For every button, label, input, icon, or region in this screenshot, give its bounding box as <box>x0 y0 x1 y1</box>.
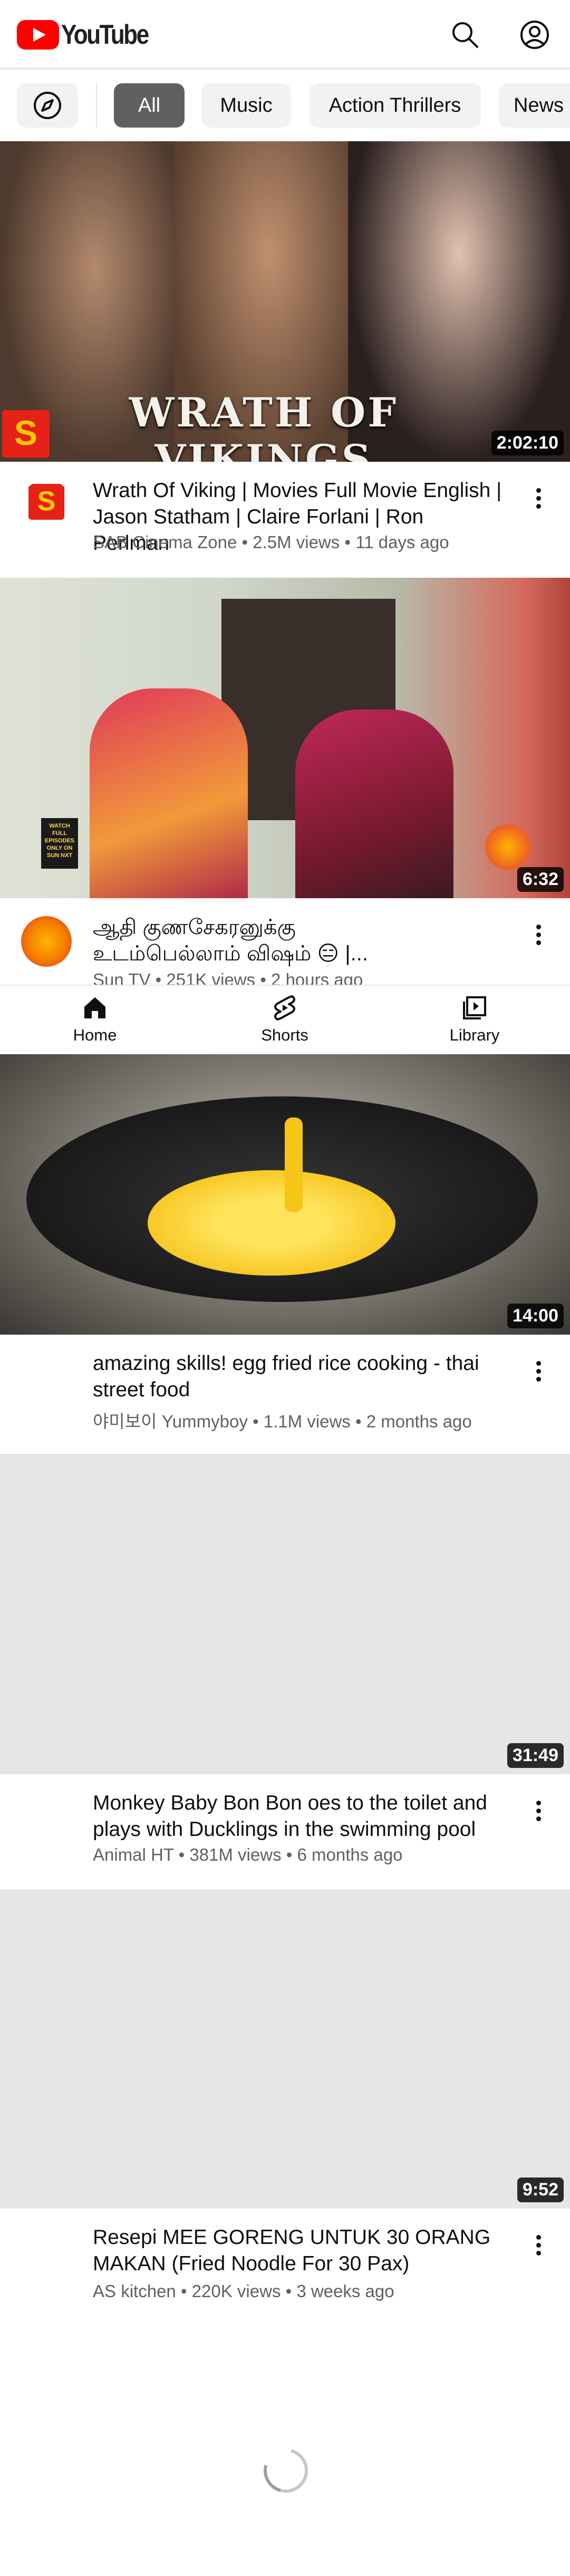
video-thumbnail[interactable]: WRATH OF VIKINGS S 2:02:10 <box>0 141 570 462</box>
chip-divider <box>96 83 97 128</box>
more-options-button[interactable] <box>533 2232 544 2263</box>
filter-chips-bar: All Music Action Thrillers News <box>0 79 570 130</box>
upload-age: 2 hours ago <box>271 970 363 985</box>
video-metadata: AS kitchen • 220K views • 3 weeks ago <box>93 2281 394 2301</box>
more-options-button[interactable] <box>533 1358 544 1389</box>
explore-button[interactable] <box>17 83 78 128</box>
separator: • <box>178 1845 185 1864</box>
view-count: 251K views <box>166 970 256 985</box>
video-metadata: SAB Cinema Zone • 2.5M views • 11 days a… <box>93 532 449 552</box>
video-title[interactable]: Monkey Baby Bon Bon oes to the toilet an… <box>93 1790 504 1843</box>
video-details[interactable]: S Wrath Of Viking | Movies Full Movie En… <box>0 462 570 578</box>
duration-badge: 14:00 <box>507 1304 564 1328</box>
thumb-egg-stream <box>285 1117 303 1212</box>
header-divider <box>0 67 570 71</box>
account-icon[interactable] <box>518 18 552 52</box>
thumb-person-right <box>295 709 453 898</box>
channel-avatar[interactable] <box>21 916 72 967</box>
thumb-egg <box>148 1170 395 1276</box>
nav-shorts[interactable]: Shorts <box>232 994 337 1045</box>
view-count: 381M views <box>189 1845 282 1864</box>
nav-library[interactable]: Library <box>422 994 527 1045</box>
duration-badge: 2:02:10 <box>491 431 564 455</box>
bottom-navigation: Home Shorts Library <box>0 985 570 1054</box>
sun-nxt-badge: WATCH FULL EPISODES ONLY ON SUN NXT <box>41 818 78 869</box>
channel-avatar[interactable]: S <box>21 480 72 530</box>
video-title[interactable]: Resepi MEE GORENG UNTUK 30 ORANG MAKAN (… <box>93 2224 504 2277</box>
thumb-title-text: WRATH OF VIKINGS <box>129 389 399 462</box>
channel-name[interactable]: Animal HT <box>93 1845 173 1864</box>
video-metadata: Animal HT • 381M views • 6 months ago <box>93 1845 402 1865</box>
video-details[interactable]: amazing skills! egg fried rice cooking -… <box>0 1335 570 1454</box>
more-options-button[interactable] <box>533 485 544 517</box>
upload-age: 2 months ago <box>366 1412 472 1431</box>
video-metadata: 야미보이 Yummyboy • 1.1M views • 2 months ag… <box>93 1407 472 1433</box>
sab-cinema-logo: S <box>2 410 50 458</box>
upload-age: 11 days ago <box>355 532 449 552</box>
nav-label: Shorts <box>261 1026 308 1044</box>
video-thumbnail[interactable]: 9:52 <box>0 1889 570 2209</box>
video-title[interactable]: ஆதி குணசேகரனுக்கு உடம்பெல்லாம் விஷம் 😑 |… <box>93 914 420 967</box>
separator: • <box>180 2281 187 2301</box>
separator: • <box>355 1412 362 1431</box>
video-thumbnail[interactable]: 14:00 <box>0 1054 570 1335</box>
separator: • <box>253 1412 259 1431</box>
duration-badge: 31:49 <box>507 1743 564 1768</box>
logo-text: YouTube <box>61 20 149 50</box>
loading-spinner <box>255 2440 316 2501</box>
separator: • <box>241 532 248 552</box>
channel-name[interactable]: AS kitchen <box>93 2281 176 2301</box>
youtube-logo[interactable]: YouTube <box>17 19 163 51</box>
nav-home[interactable]: Home <box>42 994 148 1045</box>
nav-label: Library <box>449 1026 500 1044</box>
view-count: 1.1M views <box>263 1412 351 1431</box>
view-count: 220K views <box>191 2281 281 2301</box>
chip-action-thrillers[interactable]: Action Thrillers <box>309 83 481 128</box>
video-details[interactable]: Monkey Baby Bon Bon oes to the toilet an… <box>0 1774 570 1889</box>
separator: • <box>344 532 351 552</box>
chip-news[interactable]: News <box>499 83 570 128</box>
compass-icon <box>34 92 61 119</box>
upload-age: 3 weeks ago <box>296 2281 394 2301</box>
youtube-play-icon <box>17 20 59 50</box>
video-metadata: Sun TV • 251K views • 2 hours ago <box>93 970 363 985</box>
separator: • <box>286 1845 293 1864</box>
video-title[interactable]: amazing skills! egg fried rice cooking -… <box>93 1350 504 1403</box>
top-app-bar: YouTube <box>0 0 570 71</box>
video-details[interactable]: Resepi MEE GORENG UNTUK 30 ORANG MAKAN (… <box>0 2209 570 2330</box>
sun-tv-logo <box>485 824 530 870</box>
search-icon[interactable] <box>448 18 482 52</box>
view-count: 2.5M views <box>253 532 340 552</box>
nav-label: Home <box>73 1026 117 1044</box>
shorts-icon <box>274 995 295 1020</box>
video-details[interactable]: ஆதி குணசேகரனுக்கு உடம்பெல்லாம் விஷம் 😑 |… <box>0 898 570 985</box>
chip-all[interactable]: All <box>114 83 185 128</box>
separator: • <box>155 970 162 985</box>
channel-name[interactable]: Sun TV <box>93 970 150 985</box>
separator: • <box>260 970 266 985</box>
thumb-person-left <box>90 688 248 898</box>
separator: • <box>285 2281 292 2301</box>
channel-name[interactable]: SAB Cinema Zone <box>93 532 237 552</box>
upload-age: 6 months ago <box>297 1845 403 1864</box>
duration-badge: 9:52 <box>517 2178 564 2202</box>
duration-badge: 6:32 <box>517 867 564 892</box>
video-thumbnail[interactable]: WATCH FULL EPISODES ONLY ON SUN NXT 6:32 <box>0 578 570 898</box>
more-options-button[interactable] <box>533 921 544 953</box>
avatar-badge: S <box>28 484 64 520</box>
library-icon <box>463 996 486 1019</box>
home-icon <box>84 997 105 1018</box>
video-thumbnail[interactable]: 31:49 <box>0 1454 570 1774</box>
chip-music[interactable]: Music <box>201 83 291 128</box>
channel-name[interactable]: 야미보이 Yummyboy <box>93 1412 248 1431</box>
more-options-button[interactable] <box>533 1797 544 1829</box>
